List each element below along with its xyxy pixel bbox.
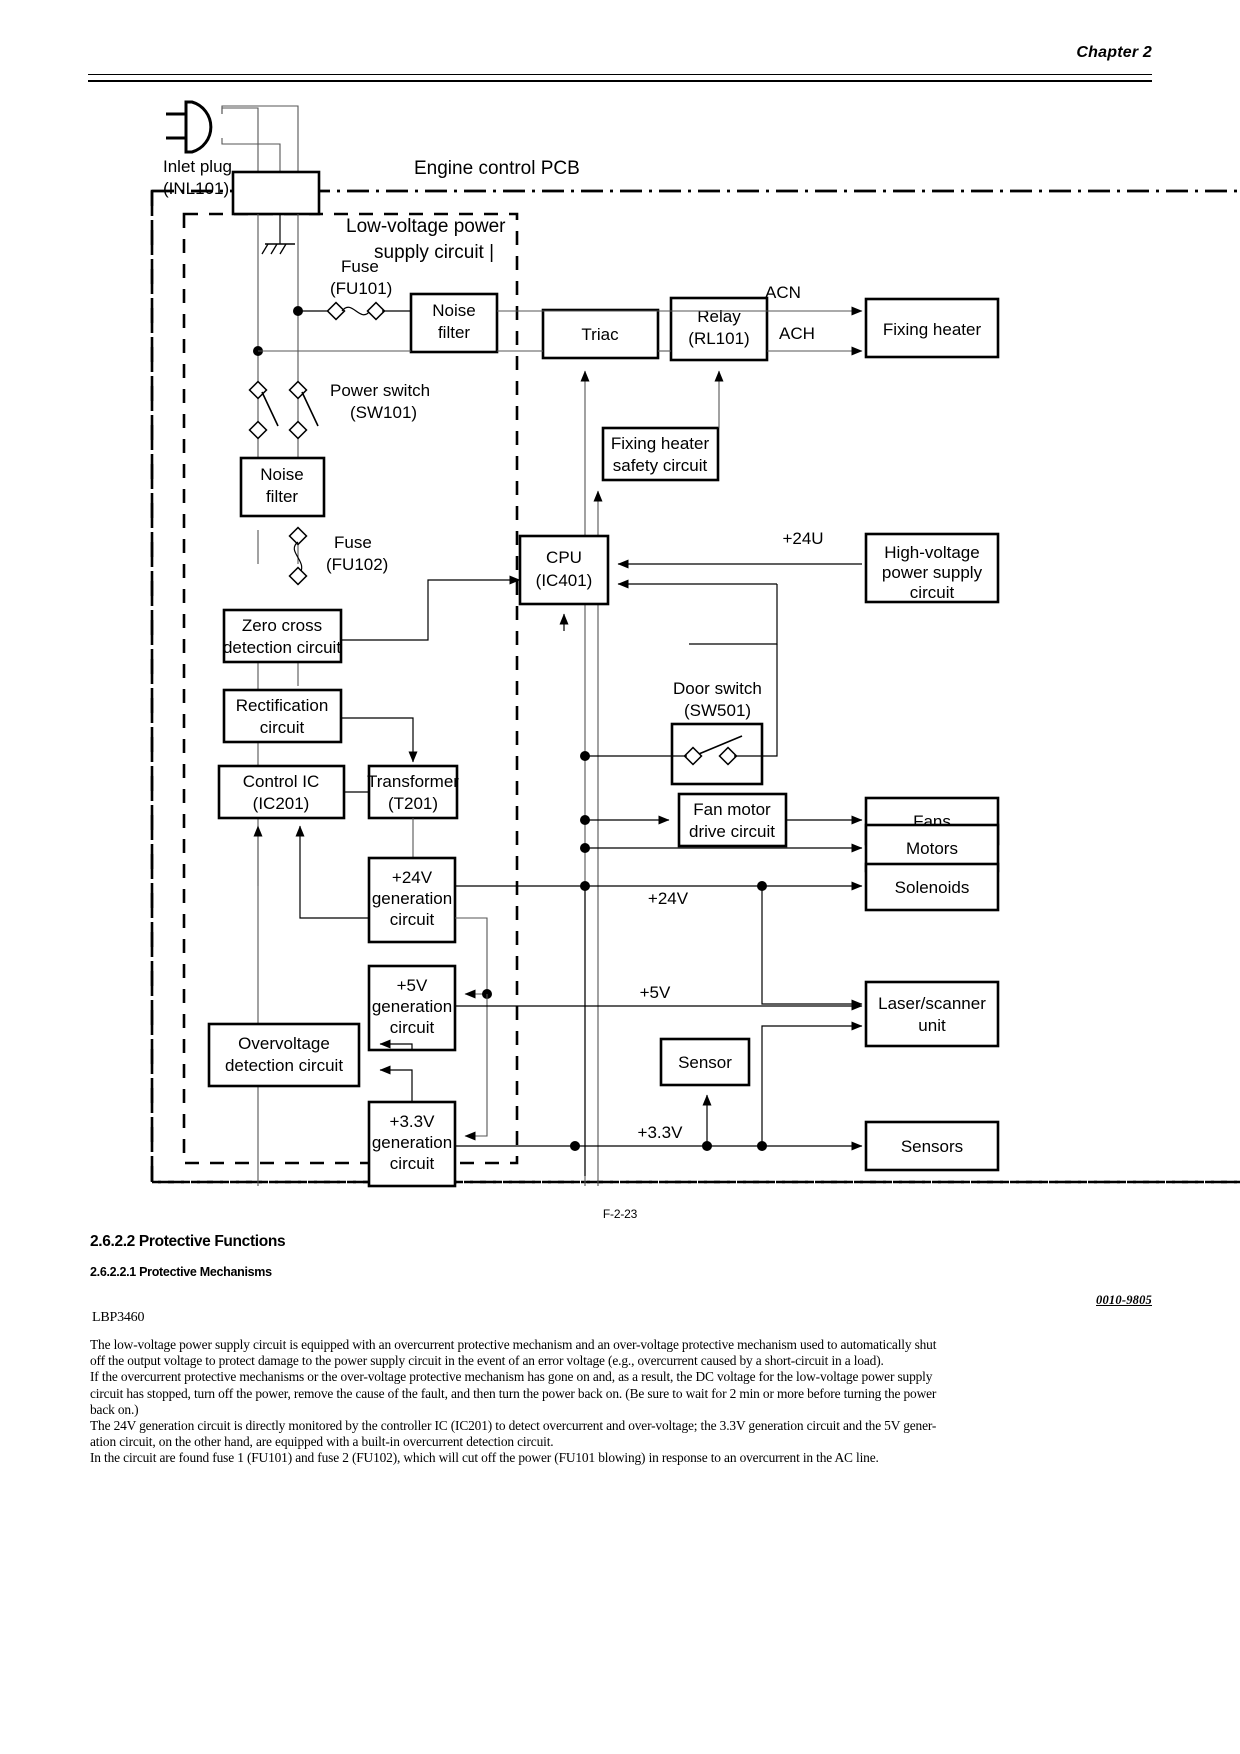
junction-dot	[580, 881, 590, 891]
overvoltage-label-line2: detection circuit	[225, 1056, 343, 1075]
gen-33v-label-line1: +3.3V	[390, 1112, 436, 1131]
power-switch-label-line2: (SW101)	[350, 403, 417, 422]
block-diagram: Noise filter Power switch (SW101) Noise …	[0, 86, 1240, 1221]
wire-24v-to-laser	[761, 886, 863, 1009]
fixing-heater-safety-label-line1: Fixing heater	[611, 434, 710, 453]
wire-doorswitch-return	[689, 584, 778, 645]
motors-label: Motors	[906, 839, 958, 858]
noise-filter-1-label-line1: Noise	[432, 301, 475, 320]
inlet-plug-icon	[166, 100, 213, 154]
wire-zerocross-to-cpu	[341, 575, 521, 641]
laser-scanner-box	[864, 980, 1000, 1048]
fuse-fu101-label-line2: (FU101)	[330, 279, 392, 298]
gen-5v-label-line2: generation	[372, 997, 452, 1016]
triac-label: Triac	[581, 325, 619, 344]
wire-33v-to-laser	[761, 1021, 863, 1146]
wire-24v-to-33v	[464, 994, 488, 1141]
fixing-heater-label: Fixing heater	[883, 320, 982, 339]
wire-24v-branch	[455, 917, 488, 994]
ground-icon	[261, 214, 295, 255]
lvps-title-line1: Low-voltage power	[346, 216, 506, 237]
rectification-label-line2: circuit	[260, 718, 305, 737]
wire-33v-to-overvoltage	[379, 1065, 413, 1102]
sensors-label: Sensors	[901, 1137, 963, 1156]
signal-5v-label: +5V	[640, 983, 671, 1002]
hv-psu-label-line3: circuit	[910, 583, 955, 602]
lvps-boundary	[182, 212, 519, 1165]
signal-33v-label: +3.3V	[638, 1123, 684, 1142]
zero-cross-label-line1: Zero cross	[242, 616, 322, 635]
overvoltage-label-line1: Overvoltage	[238, 1034, 330, 1053]
heading-protective-functions: 2.6.2.2 Protective Functions	[90, 1233, 286, 1250]
door-switch-label-line1: Door switch	[673, 679, 762, 698]
gen-5v-label-line1: +5V	[397, 976, 428, 995]
noise-filter-2-label-line2: filter	[266, 487, 298, 506]
lvps-title-line2: supply circuit |	[374, 242, 494, 263]
wire-24v-to-controlic	[295, 825, 369, 919]
gen-33v-label-line3: circuit	[390, 1154, 435, 1173]
hv-psu-label-line1: High-voltage	[884, 543, 979, 562]
junction-dot	[570, 1141, 580, 1151]
cpu-label-line2: (IC401)	[536, 571, 593, 590]
rectification-label-line1: Rectification	[236, 696, 329, 715]
door-switch-label-line2: (SW501)	[684, 701, 751, 720]
relay-label-line2: (RL101)	[688, 329, 749, 348]
signal-24v-label: +24V	[648, 889, 689, 908]
document-code: 0010-9805	[1096, 1293, 1152, 1307]
inlet-connector-box	[231, 170, 321, 216]
power-switch-label-line1: Power switch	[330, 381, 430, 400]
zero-cross-label-line2: detection circuit	[223, 638, 341, 657]
cpu-box	[518, 534, 610, 606]
engine-control-pcb-title: Engine control PCB	[414, 158, 580, 179]
control-ic-label-line2: (IC201)	[253, 794, 310, 813]
signal-acn-label: ACN	[765, 283, 801, 302]
fuse-fu102-label-line2: (FU102)	[326, 555, 388, 574]
gen-24v-label-line2: generation	[372, 889, 452, 908]
transformer-label-line1: Transformer	[367, 772, 459, 791]
power-switch-sw101-symbol	[248, 380, 319, 440]
heading-protective-mechanisms: 2.6.2.2.1 Protective Mechanisms	[90, 1265, 272, 1279]
junction-dot	[580, 843, 590, 853]
fan-motor-label-line2: drive circuit	[689, 822, 775, 841]
inlet-plug-label-line1: Inlet plug	[163, 157, 232, 176]
signal-ach-label: ACH	[779, 324, 815, 343]
fuse-fu102-label-line1: Fuse	[334, 533, 372, 552]
transformer-label-line2: (T201)	[388, 794, 438, 813]
laser-scanner-label-line2: unit	[918, 1016, 946, 1035]
header-rule	[88, 74, 1152, 82]
fuse-fu101-symbol	[298, 301, 411, 321]
figure-caption: F-2-23	[602, 1207, 638, 1221]
signal-24u-label: +24U	[782, 529, 823, 548]
gen-33v-label-line2: generation	[372, 1133, 452, 1152]
junction-dot	[580, 751, 590, 761]
gen-5v-label-line3: circuit	[390, 1018, 435, 1037]
cpu-label-line1: CPU	[546, 548, 582, 567]
noise-filter-2-label-line1: Noise	[260, 465, 303, 484]
chapter-label: Chapter 2	[1076, 44, 1152, 61]
laser-scanner-label-line1: Laser/scanner	[878, 994, 986, 1013]
fan-motor-label-line1: Fan motor	[693, 800, 771, 819]
control-ic-label-line1: Control IC	[243, 772, 320, 791]
solenoids-label: Solenoids	[895, 878, 970, 897]
model-name: LBP3460	[92, 1310, 145, 1325]
fixing-heater-safety-label-line2: safety circuit	[613, 456, 708, 475]
wire-rectification-to-transformer	[341, 717, 418, 763]
hv-psu-label-line2: power supply	[882, 563, 983, 582]
relay-label-line1: Relay	[697, 307, 741, 326]
gen-24v-label-line1: +24V	[392, 868, 433, 887]
gen-24v-label-line3: circuit	[390, 910, 435, 929]
inlet-plug-label-line2: (INL101)	[163, 179, 229, 198]
sensor-label: Sensor	[678, 1053, 732, 1072]
body-paragraph: The low-voltage power supply circuit is …	[90, 1337, 937, 1466]
noise-filter-1-label-line2: filter	[438, 323, 470, 342]
